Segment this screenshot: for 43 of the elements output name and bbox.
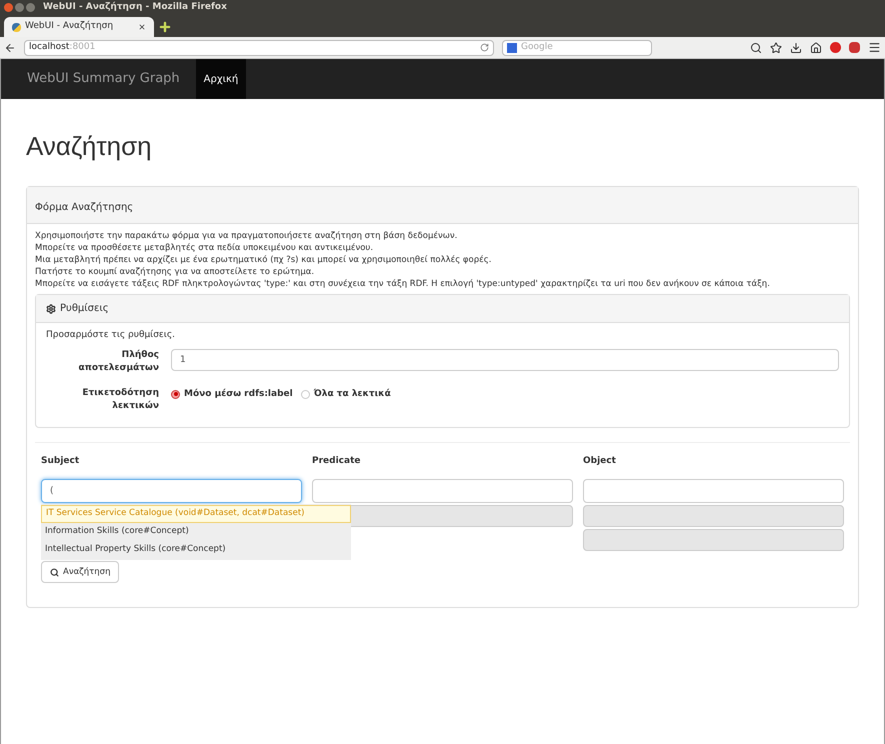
bookmark-star-icon[interactable] <box>770 42 782 54</box>
download-icon[interactable] <box>790 42 802 54</box>
maximize-icon[interactable] <box>26 3 35 12</box>
new-tab-icon[interactable] <box>158 20 172 34</box>
page-title: Αναζήτηση <box>26 130 153 163</box>
panel-title: Ρυθμίσεις <box>60 302 109 316</box>
radio-option[interactable]: Όλα τα λεκτικά <box>300 388 391 401</box>
search-button[interactable]: Αναζήτηση <box>41 561 120 583</box>
column-label: Object <box>583 454 617 468</box>
panel-title: Φόρμα Αναζήτησης <box>35 202 134 213</box>
subject-field[interactable]: ( <box>41 479 302 503</box>
nav-link[interactable]: Αρχική <box>196 59 246 99</box>
window-title: WebUI - Αναζήτηση - Mozilla Firefox <box>43 0 227 14</box>
instruction-text: Μια μεταβλητή πρέπει να αρχίζει με ένα ερωτηματικό (πχ ?s) και μπορεί να χρησιμοποιηθεί πολλές φορές. <box>35 254 492 266</box>
reload-icon[interactable] <box>480 43 489 52</box>
column-label: Subject <box>41 454 80 468</box>
field-label: Πλήθος αποτελεσμάτων <box>78 348 159 374</box>
address-field[interactable]: localhost:8001 <box>24 40 494 56</box>
settings-intro: Προσαρμόστε τις ρυθμίσεις. <box>46 329 176 342</box>
close-icon[interactable] <box>4 3 13 12</box>
home-icon[interactable] <box>810 42 822 54</box>
back-icon[interactable] <box>4 42 16 54</box>
minimize-icon[interactable] <box>15 3 24 12</box>
search-icon[interactable] <box>750 42 762 54</box>
instruction-text: Χρησιμοποιήστε την παρακάτω φόρμα για να πραγματοποιήσετε αναζήτηση στη βάση δεδομένων. <box>35 230 458 242</box>
radio-option[interactable]: Μόνο μέσω rdfs:label <box>171 388 293 401</box>
brand-link[interactable]: WebUI Summary Graph <box>27 69 180 89</box>
browser-tab[interactable]: WebUI - Αναζήτηση <box>4 17 154 37</box>
column-label: Predicate <box>312 454 362 468</box>
instruction-text: Πατήστε το κουμπί αναζήτησης για να αποστείλετε το ερώτημα. <box>35 266 316 278</box>
instruction-text: Μπορείτε να εισάγετε τάξεις RDF πληκτρολογώντας 'type:' και στη συνέχεια την τάξη RDF. Η επιλογή 'type:untyped' χαρακτηρίζει τα uri που δεν ανήκουν σε κάποια τάξη. <box>35 278 771 290</box>
radio-button[interactable] <box>171 390 180 399</box>
menu-icon[interactable] <box>868 41 881 54</box>
results-count-field[interactable]: 1 <box>171 348 839 370</box>
suggestion-item[interactable]: Information Skills (core#Concept) <box>41 522 351 540</box>
object-field[interactable] <box>583 479 844 503</box>
suggestion-item[interactable]: Intellectual Property Skills (core#Concept) <box>41 540 351 558</box>
field-label: Ετικετοδότηση λεκτικών <box>81 386 159 412</box>
search-icon <box>50 568 59 576</box>
close-tab-icon[interactable] <box>138 23 146 31</box>
instruction-text: Μπορείτε να προσθέσετε μεταβλητές στα πεδία υποκειμένου και αντικειμένου. <box>35 242 374 254</box>
predicate-field[interactable] <box>312 479 573 503</box>
gear-icon <box>46 304 56 314</box>
